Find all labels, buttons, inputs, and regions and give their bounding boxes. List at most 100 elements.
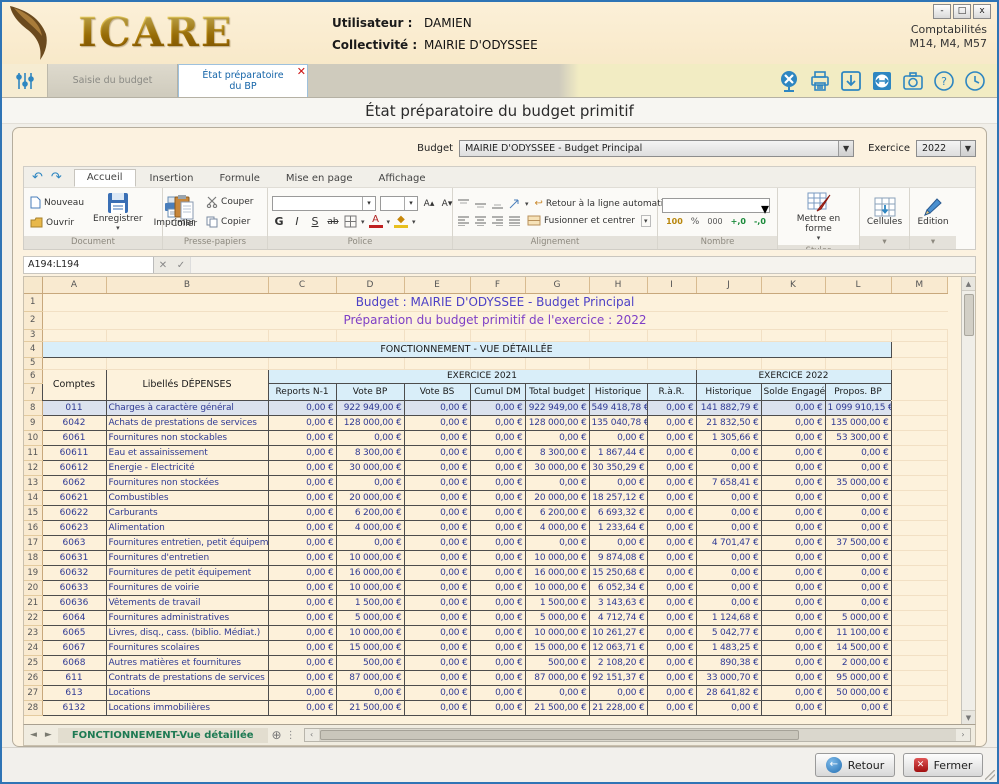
cell-value[interactable]: 0,00 €	[761, 595, 825, 610]
cell-value[interactable]: 5 000,00 €	[825, 610, 891, 625]
vertical-scroll-thumb[interactable]	[964, 294, 974, 336]
cell-value[interactable]: 30 350,29 €	[589, 460, 647, 475]
cell-value[interactable]: 0,00 €	[647, 490, 696, 505]
cell-value[interactable]: 0,00 €	[470, 595, 525, 610]
cell-value[interactable]: 135 000,00 €	[825, 415, 891, 430]
row-number[interactable]: 19	[24, 565, 42, 580]
cell-value[interactable]: 10 000,00 €	[525, 550, 589, 565]
cell[interactable]	[761, 357, 825, 369]
cell[interactable]	[891, 329, 948, 341]
cell-value[interactable]: 0,00 €	[825, 460, 891, 475]
chevron-down-icon[interactable]: ▾	[412, 218, 416, 226]
cell-libelle[interactable]: Fournitures de voirie	[106, 580, 268, 595]
shrink-font-button[interactable]: A▾	[440, 199, 454, 209]
chevron-down-icon[interactable]: ▾	[361, 218, 365, 226]
cell-value[interactable]: 0,00 €	[525, 430, 589, 445]
cell[interactable]	[891, 565, 948, 580]
cell-value[interactable]: 0,00 €	[761, 685, 825, 700]
chevron-down-icon[interactable]: ▾	[525, 200, 529, 208]
column-header-L[interactable]: L	[825, 277, 891, 293]
table-row[interactable]: 1160611Eau et assainissement0,00 €8 300,…	[24, 445, 948, 460]
chevron-down-icon[interactable]: ▼	[838, 141, 853, 156]
cell[interactable]	[825, 357, 891, 369]
cell[interactable]	[761, 329, 825, 341]
cell-libelle[interactable]: Vêtements de travail	[106, 595, 268, 610]
cancel-entry-icon[interactable]: ✕	[154, 260, 172, 271]
cell-value[interactable]: 20 000,00 €	[336, 490, 404, 505]
cell-value[interactable]: 0,00 €	[696, 550, 761, 565]
minimize-button[interactable]: -	[933, 4, 951, 19]
cell-value[interactable]: 0,00 €	[647, 625, 696, 640]
cell-value[interactable]: 1 099 910,15 €	[825, 400, 891, 415]
cell-value[interactable]: 0,00 €	[647, 700, 696, 715]
ribbon-tab-formule[interactable]: Formule	[207, 171, 271, 187]
table-row[interactable]: 226064Fournitures administratives0,00 €5…	[24, 610, 948, 625]
cell-value[interactable]: 922 949,00 €	[525, 400, 589, 415]
cell-value[interactable]: 128 000,00 €	[525, 415, 589, 430]
cell-value[interactable]: 0,00 €	[470, 565, 525, 580]
cell-libelle[interactable]: Fournitures de petit équipement	[106, 565, 268, 580]
cell[interactable]	[891, 670, 948, 685]
header-comptes[interactable]: Comptes	[42, 369, 106, 400]
cell-value[interactable]: 0,00 €	[647, 670, 696, 685]
table-row[interactable]: 246067Fournitures scolaires0,00 €15 000,…	[24, 640, 948, 655]
cell[interactable]	[647, 329, 696, 341]
cell-value[interactable]: 0,00 €	[761, 670, 825, 685]
cell-value[interactable]: 0,00 €	[404, 505, 470, 520]
cell-value[interactable]: 922 949,00 €	[336, 400, 404, 415]
copier-button[interactable]: Copier	[204, 215, 255, 229]
row-number[interactable]: 9	[24, 415, 42, 430]
header-2022-Historique[interactable]: Historique	[696, 383, 761, 400]
header-Vote BS[interactable]: Vote BS	[404, 383, 470, 400]
cell-value[interactable]: 0,00 €	[268, 565, 336, 580]
cell-value[interactable]: 0,00 €	[825, 490, 891, 505]
row-number[interactable]: 1	[24, 293, 42, 311]
cell-value[interactable]: 0,00 €	[470, 520, 525, 535]
cell-compte[interactable]: 60636	[42, 595, 106, 610]
cell-value[interactable]: 0,00 €	[647, 430, 696, 445]
cell-value[interactable]: 0,00 €	[696, 460, 761, 475]
cell-value[interactable]: 10 000,00 €	[336, 550, 404, 565]
cell-value[interactable]: 0,00 €	[470, 400, 525, 415]
cell-value[interactable]: 0,00 €	[589, 685, 647, 700]
cell-value[interactable]: 0,00 €	[470, 550, 525, 565]
cell[interactable]	[42, 329, 106, 341]
cell-value[interactable]: 10 000,00 €	[525, 580, 589, 595]
header-libelles[interactable]: Libellés DÉPENSES	[106, 369, 268, 400]
row-number[interactable]: 21	[24, 595, 42, 610]
scroll-up-icon[interactable]: ▲	[962, 277, 976, 291]
cell-value[interactable]: 1 483,25 €	[696, 640, 761, 655]
table-row[interactable]: 27613Locations0,00 €0,00 €0,00 €0,00 €0,…	[24, 685, 948, 700]
cellules-dropdown[interactable]: ▾	[860, 236, 909, 249]
cell-value[interactable]: 0,00 €	[268, 415, 336, 430]
cell-value[interactable]: 0,00 €	[470, 640, 525, 655]
cell[interactable]	[404, 329, 470, 341]
cell-value[interactable]: 3 143,63 €	[589, 595, 647, 610]
row-number[interactable]: 17	[24, 535, 42, 550]
cell-value[interactable]: 21 832,50 €	[696, 415, 761, 430]
cell-libelle[interactable]: Fournitures administratives	[106, 610, 268, 625]
grow-font-button[interactable]: A▴	[422, 199, 436, 209]
section-header[interactable]: FONCTIONNEMENT - VUE DÉTAILLÉE	[42, 341, 891, 357]
cell-value[interactable]: 0,00 €	[404, 700, 470, 715]
cell-value[interactable]: 0,00 €	[761, 445, 825, 460]
cell-compte[interactable]: 6062	[42, 475, 106, 490]
cell-value[interactable]: 0,00 €	[404, 685, 470, 700]
cell-value[interactable]: 6 693,32 €	[589, 505, 647, 520]
cell[interactable]	[696, 329, 761, 341]
cell-compte[interactable]: 011	[42, 400, 106, 415]
cell-value[interactable]: 4 701,47 €	[696, 535, 761, 550]
cell[interactable]	[891, 460, 948, 475]
cell-value[interactable]: 0,00 €	[696, 505, 761, 520]
cell-value[interactable]: 2 108,20 €	[589, 655, 647, 670]
cell-value[interactable]: 0,00 €	[404, 610, 470, 625]
row-number[interactable]: 26	[24, 670, 42, 685]
header-exercice-2022[interactable]: EXERCICE 2022	[696, 369, 891, 383]
row-number[interactable]: 14	[24, 490, 42, 505]
cell[interactable]	[891, 357, 948, 369]
column-header-C[interactable]: C	[268, 277, 336, 293]
cell-compte[interactable]: 60621	[42, 490, 106, 505]
font-size-select[interactable]: ▾	[380, 196, 418, 211]
row-number[interactable]: 3	[24, 329, 42, 341]
cell[interactable]	[891, 520, 948, 535]
